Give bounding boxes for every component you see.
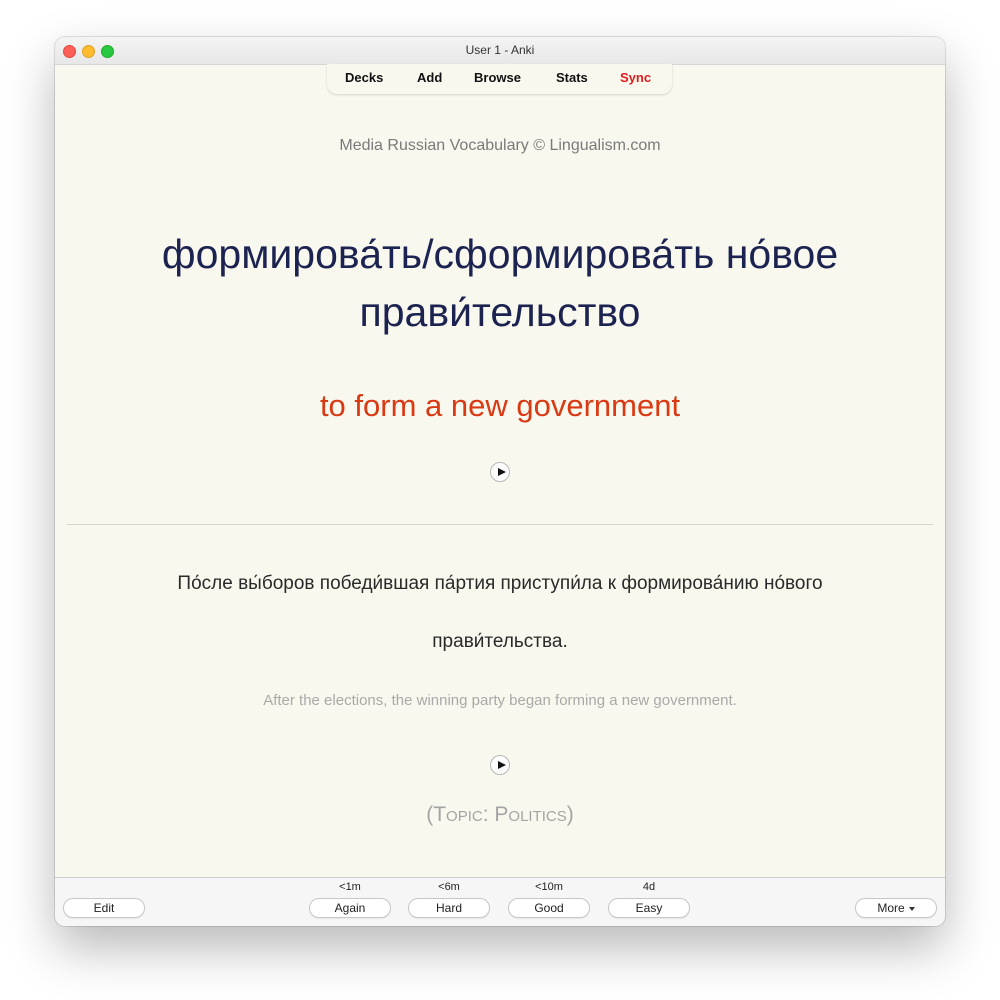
- window-title: User 1 - Anki: [465, 43, 535, 57]
- deck-credit: Media Russian Vocabulary © Lingualism.co…: [339, 137, 661, 154]
- example-sentence: По́сле вы́боров победи́вшая па́ртия прис…: [75, 555, 925, 671]
- edit-button[interactable]: Edit: [63, 898, 145, 918]
- example-sentence-line-1: По́сле вы́боров победи́вшая па́ртия прис…: [177, 573, 823, 594]
- anki-window: User 1 - Anki Decks Add Browse Stats Syn…: [55, 37, 945, 926]
- card-divider: [67, 524, 933, 525]
- again-interval: <1m: [339, 881, 361, 893]
- more-button-label: More: [877, 901, 905, 915]
- good-button[interactable]: Good: [508, 898, 590, 918]
- more-button[interactable]: More: [855, 898, 937, 918]
- play-icon[interactable]: [490, 755, 510, 775]
- headword-line-1: формирова́ть/сформирова́ть но́вое: [161, 231, 839, 277]
- hard-button[interactable]: Hard: [408, 898, 490, 918]
- play-icon[interactable]: [490, 462, 510, 482]
- toolbar-decks[interactable]: Decks: [345, 70, 383, 85]
- toolbar-browse[interactable]: Browse: [474, 70, 521, 85]
- headword-translation: to form a new government: [319, 388, 681, 423]
- hard-interval: <6m: [438, 881, 460, 893]
- card-content: Media Russian Vocabulary © Lingualism.co…: [55, 95, 945, 915]
- example-sentence-translation: After the elections, the winning party b…: [263, 692, 737, 709]
- toolbar-add[interactable]: Add: [417, 70, 442, 85]
- easy-button[interactable]: Easy: [608, 898, 690, 918]
- title-bar: User 1 - Anki: [55, 37, 945, 65]
- main-toolbar: Decks Add Browse Stats Sync: [327, 64, 672, 94]
- headword: формирова́ть/сформирова́ть но́вое прави́…: [75, 225, 925, 341]
- example-sentence-line-2: прави́тельства.: [432, 631, 568, 652]
- topic-label: (Topic: Politics): [426, 803, 574, 826]
- easy-interval: 4d: [642, 881, 656, 893]
- headword-line-2: прави́тельство: [359, 289, 641, 335]
- toolbar-sync[interactable]: Sync: [620, 70, 651, 85]
- toolbar-stats[interactable]: Stats: [556, 70, 588, 85]
- answer-bar: Edit <1m Again <6m Hard <10m Good 4d Eas…: [55, 877, 945, 926]
- good-interval: <10m: [535, 881, 563, 893]
- again-button[interactable]: Again: [309, 898, 391, 918]
- chevron-down-icon: [908, 906, 915, 911]
